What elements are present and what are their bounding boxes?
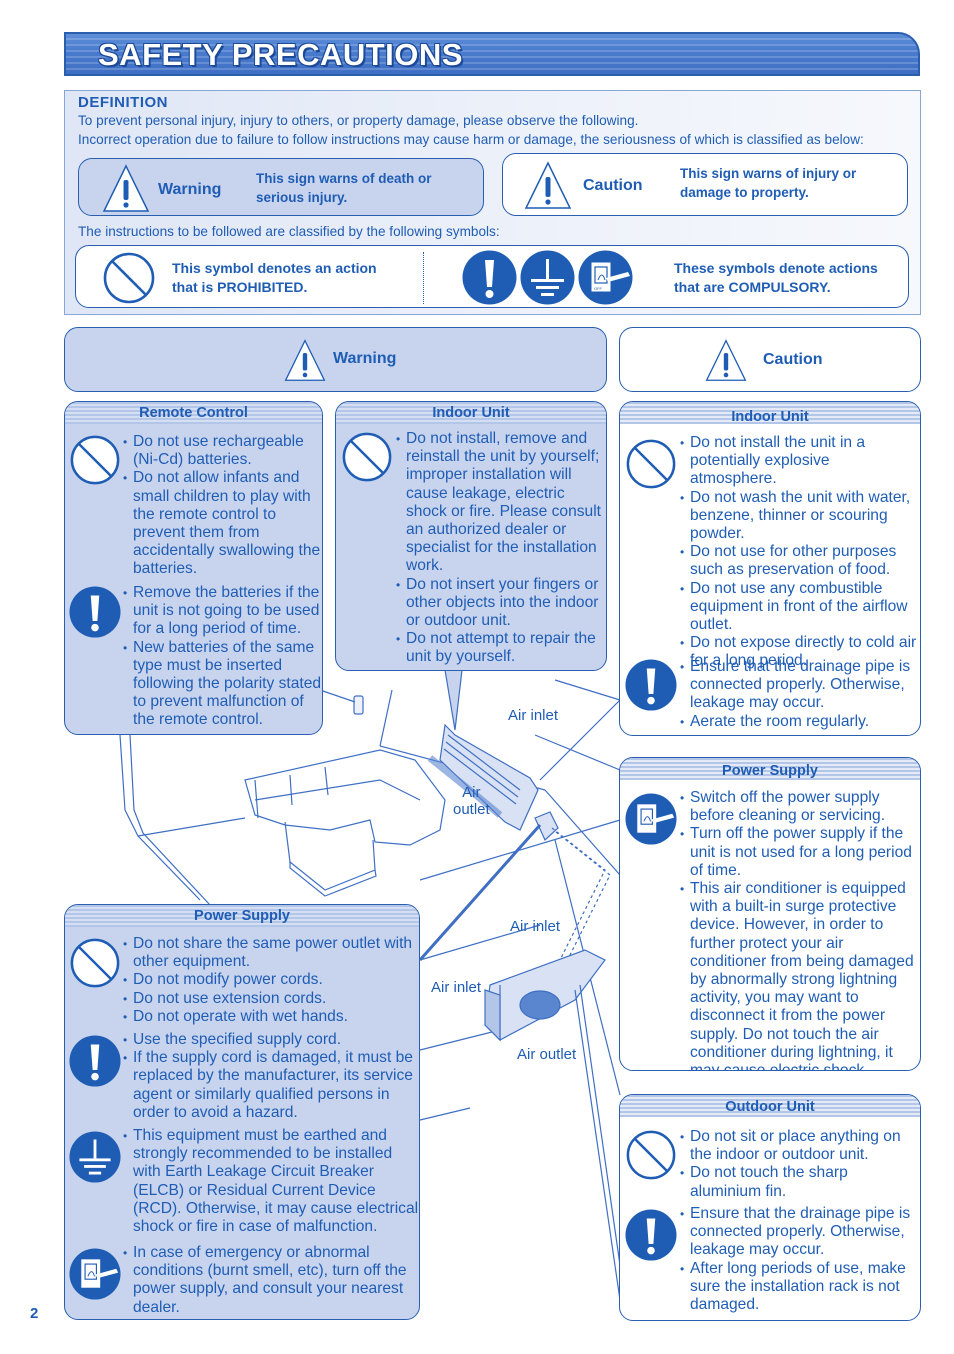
prohibited-list: Do not install the unit in a potentially… xyxy=(680,434,920,671)
prohibited-icon xyxy=(625,438,677,490)
list-item: Do not touch the sharp aluminium fin. xyxy=(680,1164,920,1200)
list-item: Do not attempt to repair the unit by you… xyxy=(396,630,606,666)
card-title: Indoor Unit xyxy=(432,405,510,421)
list-item: Aerate the room regularly. xyxy=(680,713,920,731)
indoor-air-inlet-label: Air inlet xyxy=(508,707,559,724)
list-item: Do not install, remove and reinstall the… xyxy=(396,430,606,576)
compulsory-list: Use the specified supply cord. If the su… xyxy=(123,1031,419,1122)
prohibited-list: Do not share the same power outlet with … xyxy=(123,935,419,1026)
list-item: Do not sit or place anything on the indo… xyxy=(680,1128,920,1164)
list-item: Do not install the unit in a potentially… xyxy=(680,434,920,489)
card-remote-control: Remote Control Do not use rechargeable (… xyxy=(64,401,323,735)
compulsory-list: Remove the batteries if the unit is not … xyxy=(123,584,322,730)
indoor-air-outlet-label-line1: Air xyxy=(462,784,481,801)
list-item: Do not allow infants and small children … xyxy=(123,469,322,578)
list-item: After long periods of use, make sure the… xyxy=(680,1260,920,1315)
list-item: Do not operate with wet hands. xyxy=(123,1008,419,1026)
list-item: Do not modify power cords. xyxy=(123,971,419,989)
exclamation-icon xyxy=(625,1209,677,1261)
prohibited-icon xyxy=(69,937,121,989)
caution-section-label: Caution xyxy=(763,351,823,368)
list-item: Do not use rechargeable (Ni-Cd) batterie… xyxy=(123,433,322,469)
list-item: Do not insert your fingers or other obje… xyxy=(396,576,606,631)
list-item: Do not use any combustible equipment in … xyxy=(680,580,920,635)
prohibited-list: Do not use rechargeable (Ni-Cd) batterie… xyxy=(123,433,322,579)
list-item: If the supply cord is damaged, it must b… xyxy=(123,1049,419,1122)
card-title: Indoor Unit xyxy=(731,409,809,425)
indoor-air-outlet-label: Air outlet xyxy=(453,784,490,818)
list-item: Do not wash the unit with water, benzene… xyxy=(680,489,920,544)
card-power-supply-caution: Power Supply Switch off the power supply… xyxy=(619,757,921,1071)
card-indoor-unit-caution: Indoor Unit Do not install the unit in a… xyxy=(619,401,921,736)
list-item: Do not share the same power outlet with … xyxy=(123,935,419,971)
list-item: Turn off the power supply if the unit is… xyxy=(680,825,920,880)
earth-list: This equipment must be earthed and stron… xyxy=(123,1127,419,1236)
prohibited-icon xyxy=(625,1129,677,1181)
list-item: This air conditioner is equipped with a … xyxy=(680,880,920,1070)
card-outdoor-unit-caution: Outdoor Unit Do not sit or place anythin… xyxy=(619,1094,921,1321)
switch-off-list: In case of emergency or abnormal conditi… xyxy=(123,1244,419,1317)
list-item: Do not use for other purposes such as pr… xyxy=(680,543,920,579)
list-item: In case of emergency or abnormal conditi… xyxy=(123,1244,419,1317)
exclamation-icon xyxy=(69,1035,121,1087)
list-item: Switch off the power supply before clean… xyxy=(680,789,920,825)
list-item: New batteries of the same type must be i… xyxy=(123,639,322,730)
list-item: Do not use extension cords. xyxy=(123,990,419,1008)
switch-off-icon xyxy=(69,1248,121,1300)
list-item: This equipment must be earthed and stron… xyxy=(123,1127,419,1236)
outdoor-air-inlet-side-label: Air inlet xyxy=(431,979,482,996)
switch-off-icon xyxy=(625,793,677,845)
warning-triangle-icon xyxy=(705,339,747,381)
card-indoor-unit-warning: Indoor Unit Do not install, remove and r… xyxy=(335,401,607,671)
card-title: Power Supply xyxy=(194,908,290,924)
warning-triangle-icon xyxy=(284,339,326,381)
prohibited-icon xyxy=(69,434,121,486)
card-title: Remote Control xyxy=(139,405,248,421)
prohibited-list: Do not install, remove and reinstall the… xyxy=(396,430,606,667)
exclamation-icon xyxy=(69,586,121,638)
switch-off-list: Switch off the power supply before clean… xyxy=(680,789,920,1070)
list-item: Ensure that the drainage pipe is connect… xyxy=(680,658,920,713)
outdoor-air-outlet-label: Air outlet xyxy=(517,1046,577,1063)
compulsory-list: Ensure that the drainage pipe is connect… xyxy=(680,1205,920,1314)
list-item: Remove the batteries if the unit is not … xyxy=(123,584,322,639)
prohibited-icon xyxy=(341,431,393,483)
outdoor-air-inlet-top-label: Air inlet xyxy=(510,918,561,935)
caution-section-header: Caution xyxy=(619,327,921,392)
wall-line xyxy=(119,734,201,901)
card-power-supply-warning: Power Supply Do not share the same power… xyxy=(64,904,420,1320)
warning-section-header: Warning xyxy=(64,327,607,392)
compulsory-list: Ensure that the drainage pipe is connect… xyxy=(680,658,920,731)
page-number: 2 xyxy=(30,1305,39,1322)
exclamation-icon xyxy=(625,659,677,711)
earth-ground-icon xyxy=(69,1131,121,1183)
card-title: Outdoor Unit xyxy=(725,1099,815,1115)
list-item: Use the specified supply cord. xyxy=(123,1031,419,1049)
warning-section-label: Warning xyxy=(333,350,397,367)
prohibited-list: Do not sit or place anything on the indo… xyxy=(680,1128,920,1201)
list-item: Ensure that the drainage pipe is connect… xyxy=(680,1205,920,1260)
indoor-air-outlet-label-line2: outlet xyxy=(453,801,490,818)
card-title: Power Supply xyxy=(722,763,818,779)
